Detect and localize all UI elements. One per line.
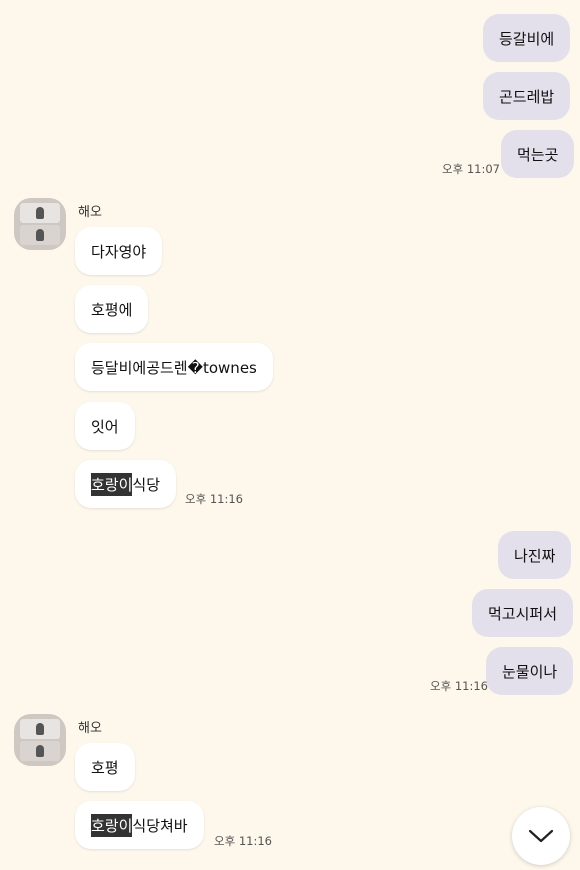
message-timestamp: 오후 11:16	[214, 834, 272, 848]
sender-name: 해오	[78, 721, 102, 736]
chevron-down-icon	[528, 828, 554, 844]
avatar[interactable]	[14, 714, 66, 766]
message-timestamp: 오후 11:16	[185, 492, 243, 506]
message-text: 식당쳐바	[132, 816, 188, 835]
message-bubble-incoming[interactable]: 잇어	[75, 402, 135, 450]
message-timestamp: 오후 11:07	[442, 162, 500, 176]
message-bubble-outgoing[interactable]: 눈물이나	[486, 647, 574, 695]
message-bubble-incoming[interactable]: 호평에	[75, 285, 149, 333]
avatar-figure	[36, 723, 44, 735]
message-bubble-incoming[interactable]: 호평	[75, 743, 135, 791]
avatar[interactable]	[14, 198, 66, 250]
message-text: 호평에	[91, 300, 133, 319]
message-text: 등갈비에	[499, 29, 555, 48]
avatar-figure	[36, 229, 44, 241]
message-bubble-outgoing[interactable]: 먹고시퍼서	[472, 589, 574, 637]
message-bubble-incoming[interactable]: 등달비에공드렌�townes	[75, 343, 273, 391]
message-bubble-outgoing[interactable]: 곤드레밥	[483, 72, 571, 120]
highlighted-text: 호랑이	[91, 813, 133, 837]
message-text: 눈물이나	[502, 662, 558, 681]
message-bubble-incoming[interactable]: 호랑이 식당	[75, 460, 177, 508]
avatar-figure	[36, 207, 44, 219]
message-bubble-outgoing[interactable]: 나진짜	[498, 531, 572, 579]
message-bubble-outgoing[interactable]: 등갈비에	[483, 14, 571, 62]
scroll-to-bottom-button[interactable]	[512, 807, 570, 865]
message-text: 먹는곳	[517, 145, 559, 164]
message-timestamp: 오후 11:16	[430, 679, 488, 693]
message-bubble-outgoing[interactable]: 먹는곳	[501, 130, 575, 178]
message-text: 호평	[91, 758, 119, 777]
avatar-figure	[36, 745, 44, 757]
message-text: 등달비에공드렌�townes	[91, 358, 257, 377]
message-bubble-incoming[interactable]: 다자영야	[75, 227, 163, 275]
message-text: 식당	[132, 475, 161, 494]
message-text: 다자영야	[91, 242, 147, 261]
message-bubble-incoming[interactable]: 호랑이 식당쳐바	[75, 801, 204, 849]
message-text: 곤드레밥	[499, 87, 555, 106]
message-text: 먹고시퍼서	[488, 604, 558, 623]
message-text: 잇어	[91, 417, 119, 436]
highlighted-text: 호랑이	[91, 472, 133, 496]
sender-name: 해오	[78, 205, 102, 220]
message-text: 나진짜	[514, 546, 556, 565]
